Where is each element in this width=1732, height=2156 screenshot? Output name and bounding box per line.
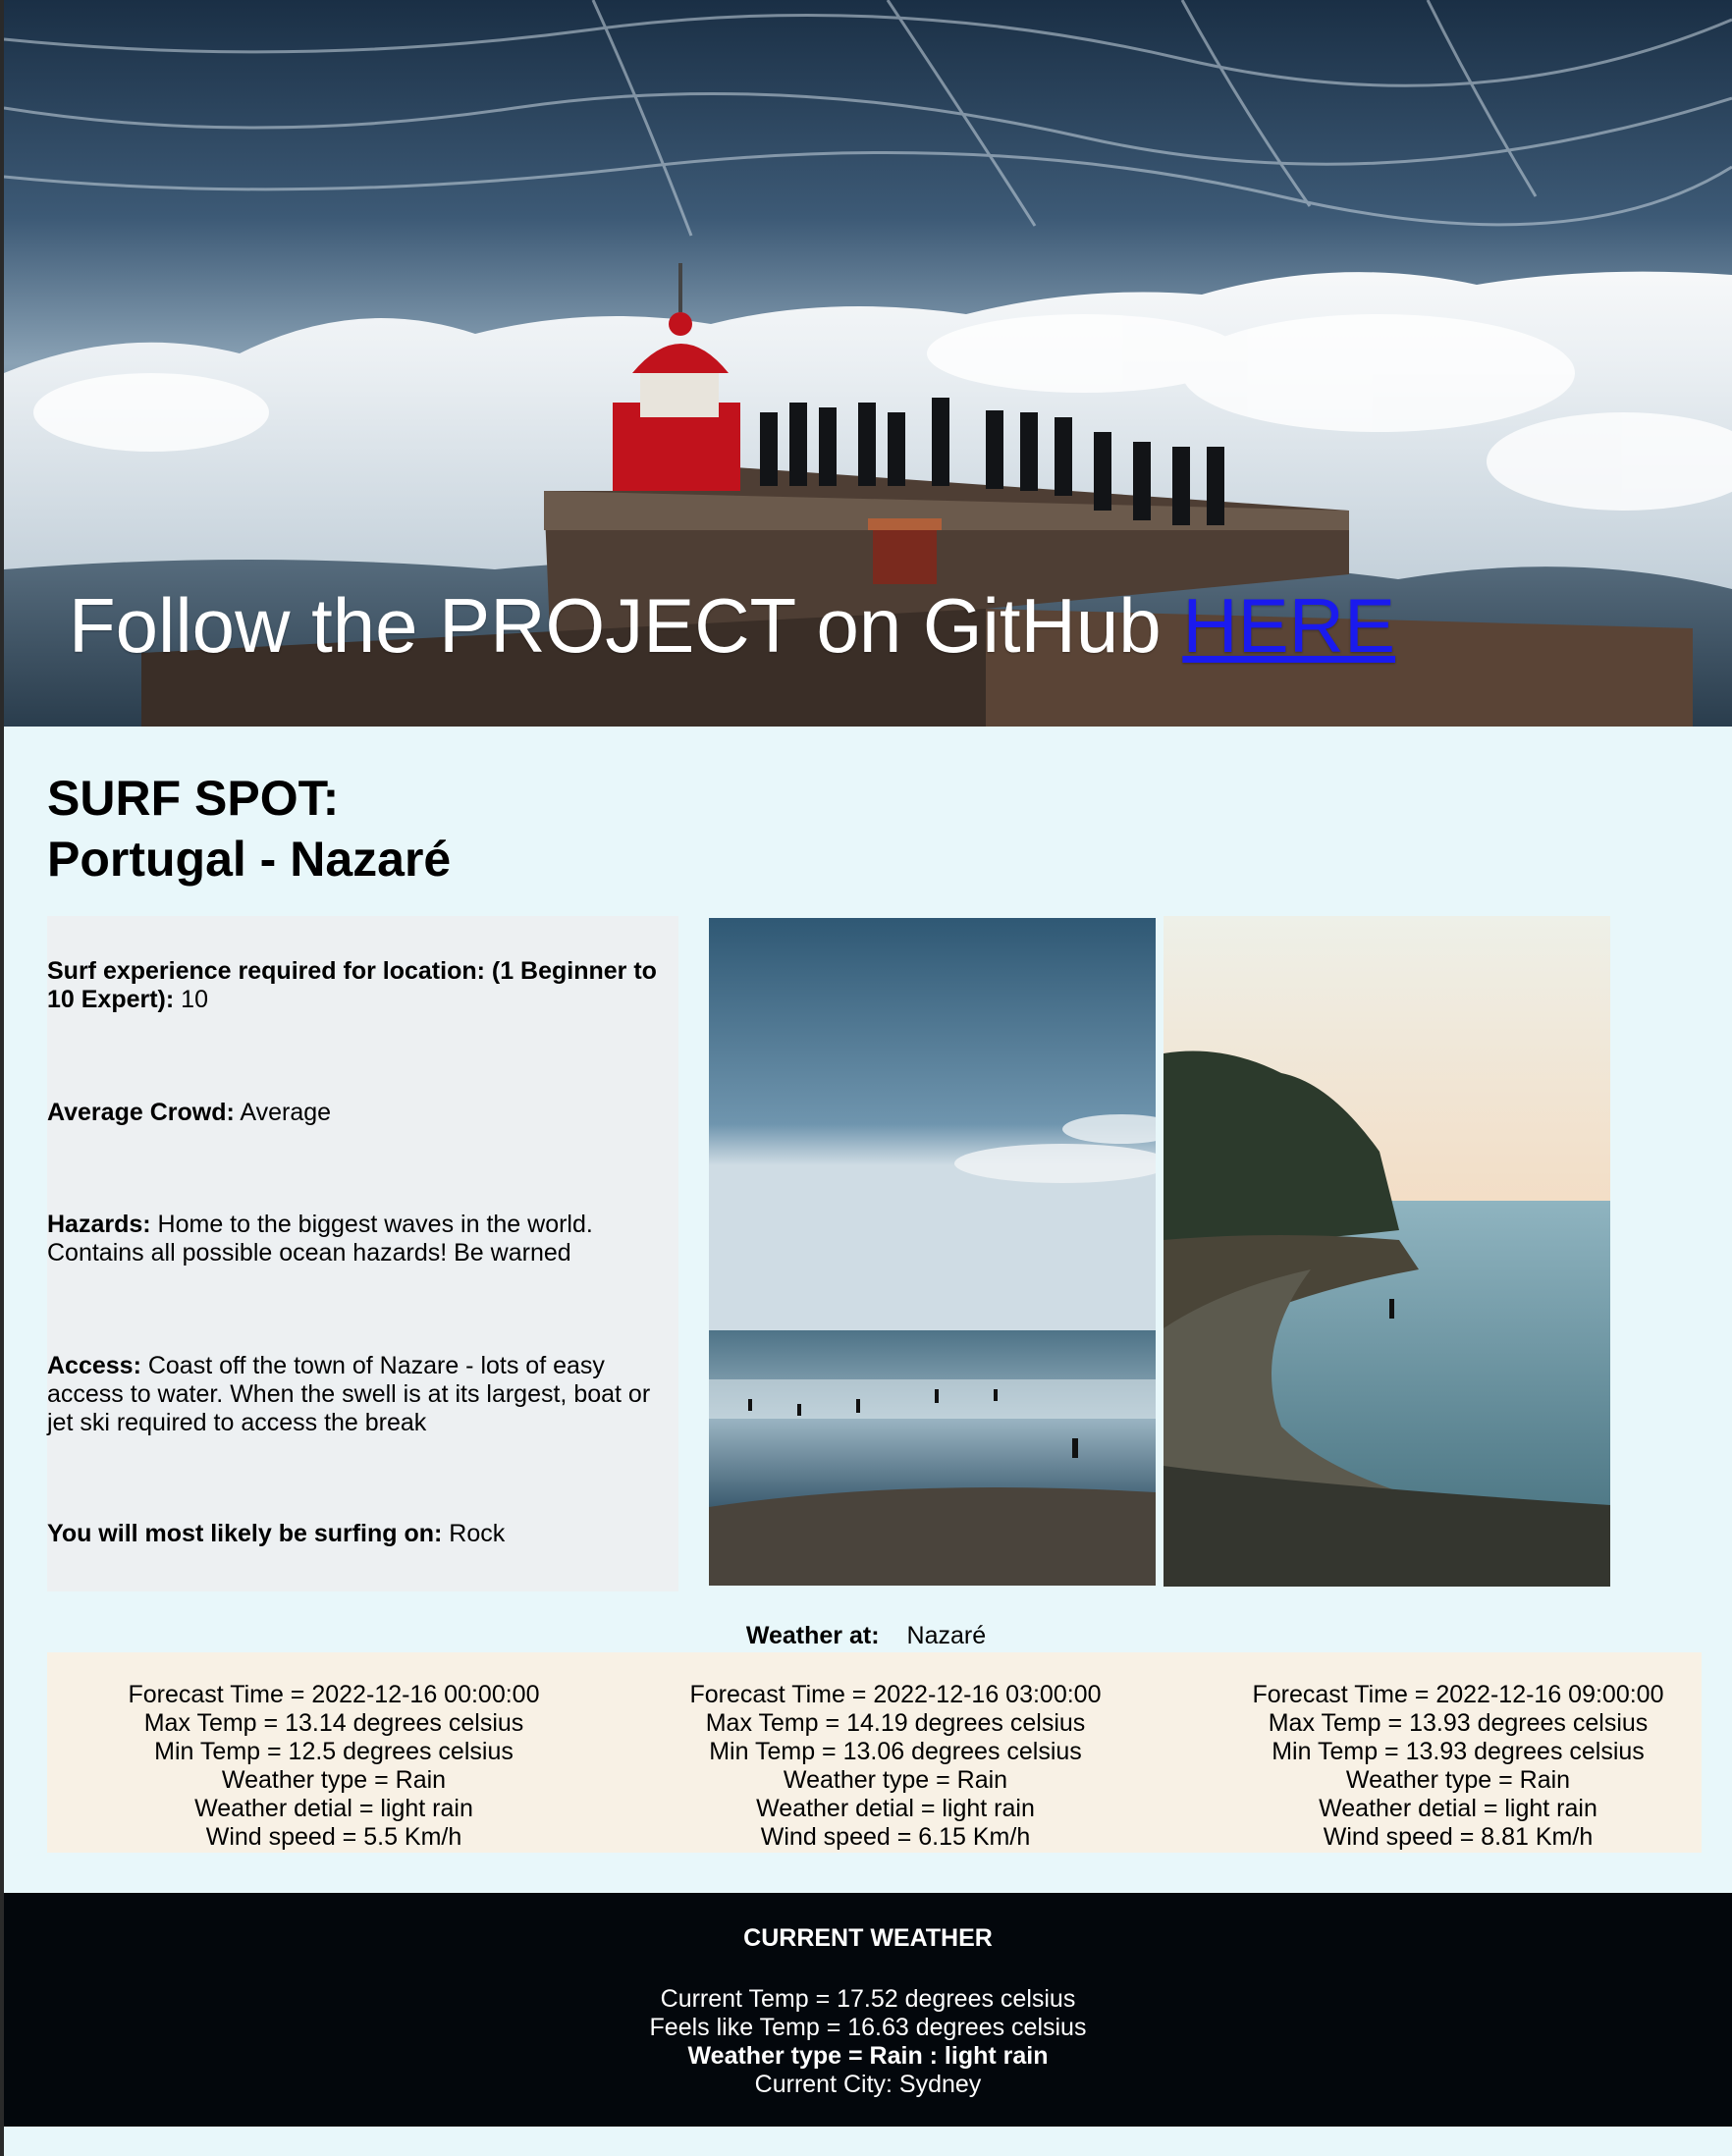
hero-banner: Follow the PROJECT on GitHub HERE xyxy=(4,0,1732,727)
info-crowd-label: Average Crowd: xyxy=(47,1099,235,1126)
forecast-weather-type: Weather type = Rain xyxy=(783,1766,1008,1794)
info-hazards: Hazards: Home to the biggest waves in th… xyxy=(47,1211,676,1267)
spot-heading-name: Portugal - Nazaré xyxy=(47,832,452,887)
info-access-label: Access: xyxy=(47,1352,141,1379)
info-access: Access: Coast off the town of Nazare - l… xyxy=(47,1352,676,1437)
github-link[interactable]: HERE xyxy=(1182,582,1395,669)
info-experience: Surf experience required for location: (… xyxy=(47,957,676,1014)
weather-at-label: Weather at: xyxy=(745,1622,880,1649)
forecast-min-temp: Min Temp = 12.5 degrees celsius xyxy=(154,1738,514,1765)
forecast-weather-detail: Weather detial = light rain xyxy=(1319,1795,1597,1822)
info-hazards-label: Hazards: xyxy=(47,1211,151,1238)
beach-photo-2 xyxy=(1164,916,1610,1587)
page-title: SURF SPOT: Portugal - Nazaré xyxy=(47,768,451,889)
forecast-card: Forecast Time = 2022-12-16 03:00:00 Max … xyxy=(621,1681,1170,1852)
window-left-edge xyxy=(0,0,4,2156)
forecast-weather-detail: Weather detial = light rain xyxy=(194,1795,473,1822)
current-weather-panel: CURRENT WEATHER Current Temp = 17.52 deg… xyxy=(4,1893,1732,2127)
current-weather-details: Current Temp = 17.52 degrees celsius Fee… xyxy=(4,1985,1732,2099)
current-weather-type: Weather type = Rain : light rain xyxy=(687,2042,1049,2070)
feels-like-temp: Feels like Temp = 16.63 degrees celsius xyxy=(649,2014,1087,2041)
forecast-weather-type: Weather type = Rain xyxy=(1345,1766,1571,1794)
weather-at-line: Weather at: Nazaré xyxy=(0,1622,1732,1650)
forecast-card: Forecast Time = 2022-12-16 09:00:00 Max … xyxy=(1183,1681,1732,1852)
current-temp: Current Temp = 17.52 degrees celsius xyxy=(660,1985,1076,2013)
hero-title: Follow the PROJECT on GitHub HERE xyxy=(69,581,1395,671)
info-crowd-value: Average xyxy=(234,1099,332,1126)
forecast-max-temp: Max Temp = 13.14 degrees celsius xyxy=(143,1709,524,1737)
forecast-max-temp: Max Temp = 13.93 degrees celsius xyxy=(1268,1709,1649,1737)
forecast-wind-speed: Wind speed = 5.5 Km/h xyxy=(205,1823,462,1851)
spot-heading-label: SURF SPOT: xyxy=(47,771,340,826)
current-city: Current City: Sydney xyxy=(754,2071,982,2098)
current-weather-title: CURRENT WEATHER xyxy=(743,1924,993,1952)
info-surface: You will most likely be surfing on: Rock xyxy=(47,1520,676,1548)
info-experience-value: 10 xyxy=(174,986,208,1013)
forecast-wind-speed: Wind speed = 6.15 Km/h xyxy=(760,1823,1031,1851)
info-surface-label: You will most likely be surfing on: xyxy=(47,1520,443,1547)
info-surface-value: Rock xyxy=(442,1520,506,1547)
forecast-weather-type: Weather type = Rain xyxy=(221,1766,447,1794)
info-crowd: Average Crowd: Average xyxy=(47,1099,676,1127)
forecast-max-temp: Max Temp = 14.19 degrees celsius xyxy=(705,1709,1086,1737)
weather-at-location: Nazaré xyxy=(906,1622,987,1649)
beach-photo-1 xyxy=(709,918,1156,1586)
hero-title-text: Follow the PROJECT on GitHub xyxy=(69,582,1183,669)
spot-info-panel: Surf experience required for location: (… xyxy=(47,916,678,1591)
forecast-time: Forecast Time = 2022-12-16 00:00:00 xyxy=(128,1681,540,1708)
info-experience-label: Surf experience required for location: (… xyxy=(47,957,657,1013)
forecast-wind-speed: Wind speed = 8.81 Km/h xyxy=(1323,1823,1594,1851)
forecast-time: Forecast Time = 2022-12-16 03:00:00 xyxy=(689,1681,1102,1708)
forecast-time: Forecast Time = 2022-12-16 09:00:00 xyxy=(1252,1681,1664,1708)
forecast-min-temp: Min Temp = 13.93 degrees celsius xyxy=(1272,1738,1645,1765)
forecast-min-temp: Min Temp = 13.06 degrees celsius xyxy=(709,1738,1082,1765)
forecast-weather-detail: Weather detial = light rain xyxy=(756,1795,1035,1822)
forecast-panel: Forecast Time = 2022-12-16 00:00:00 Max … xyxy=(47,1652,1702,1853)
forecast-card: Forecast Time = 2022-12-16 00:00:00 Max … xyxy=(59,1681,609,1852)
